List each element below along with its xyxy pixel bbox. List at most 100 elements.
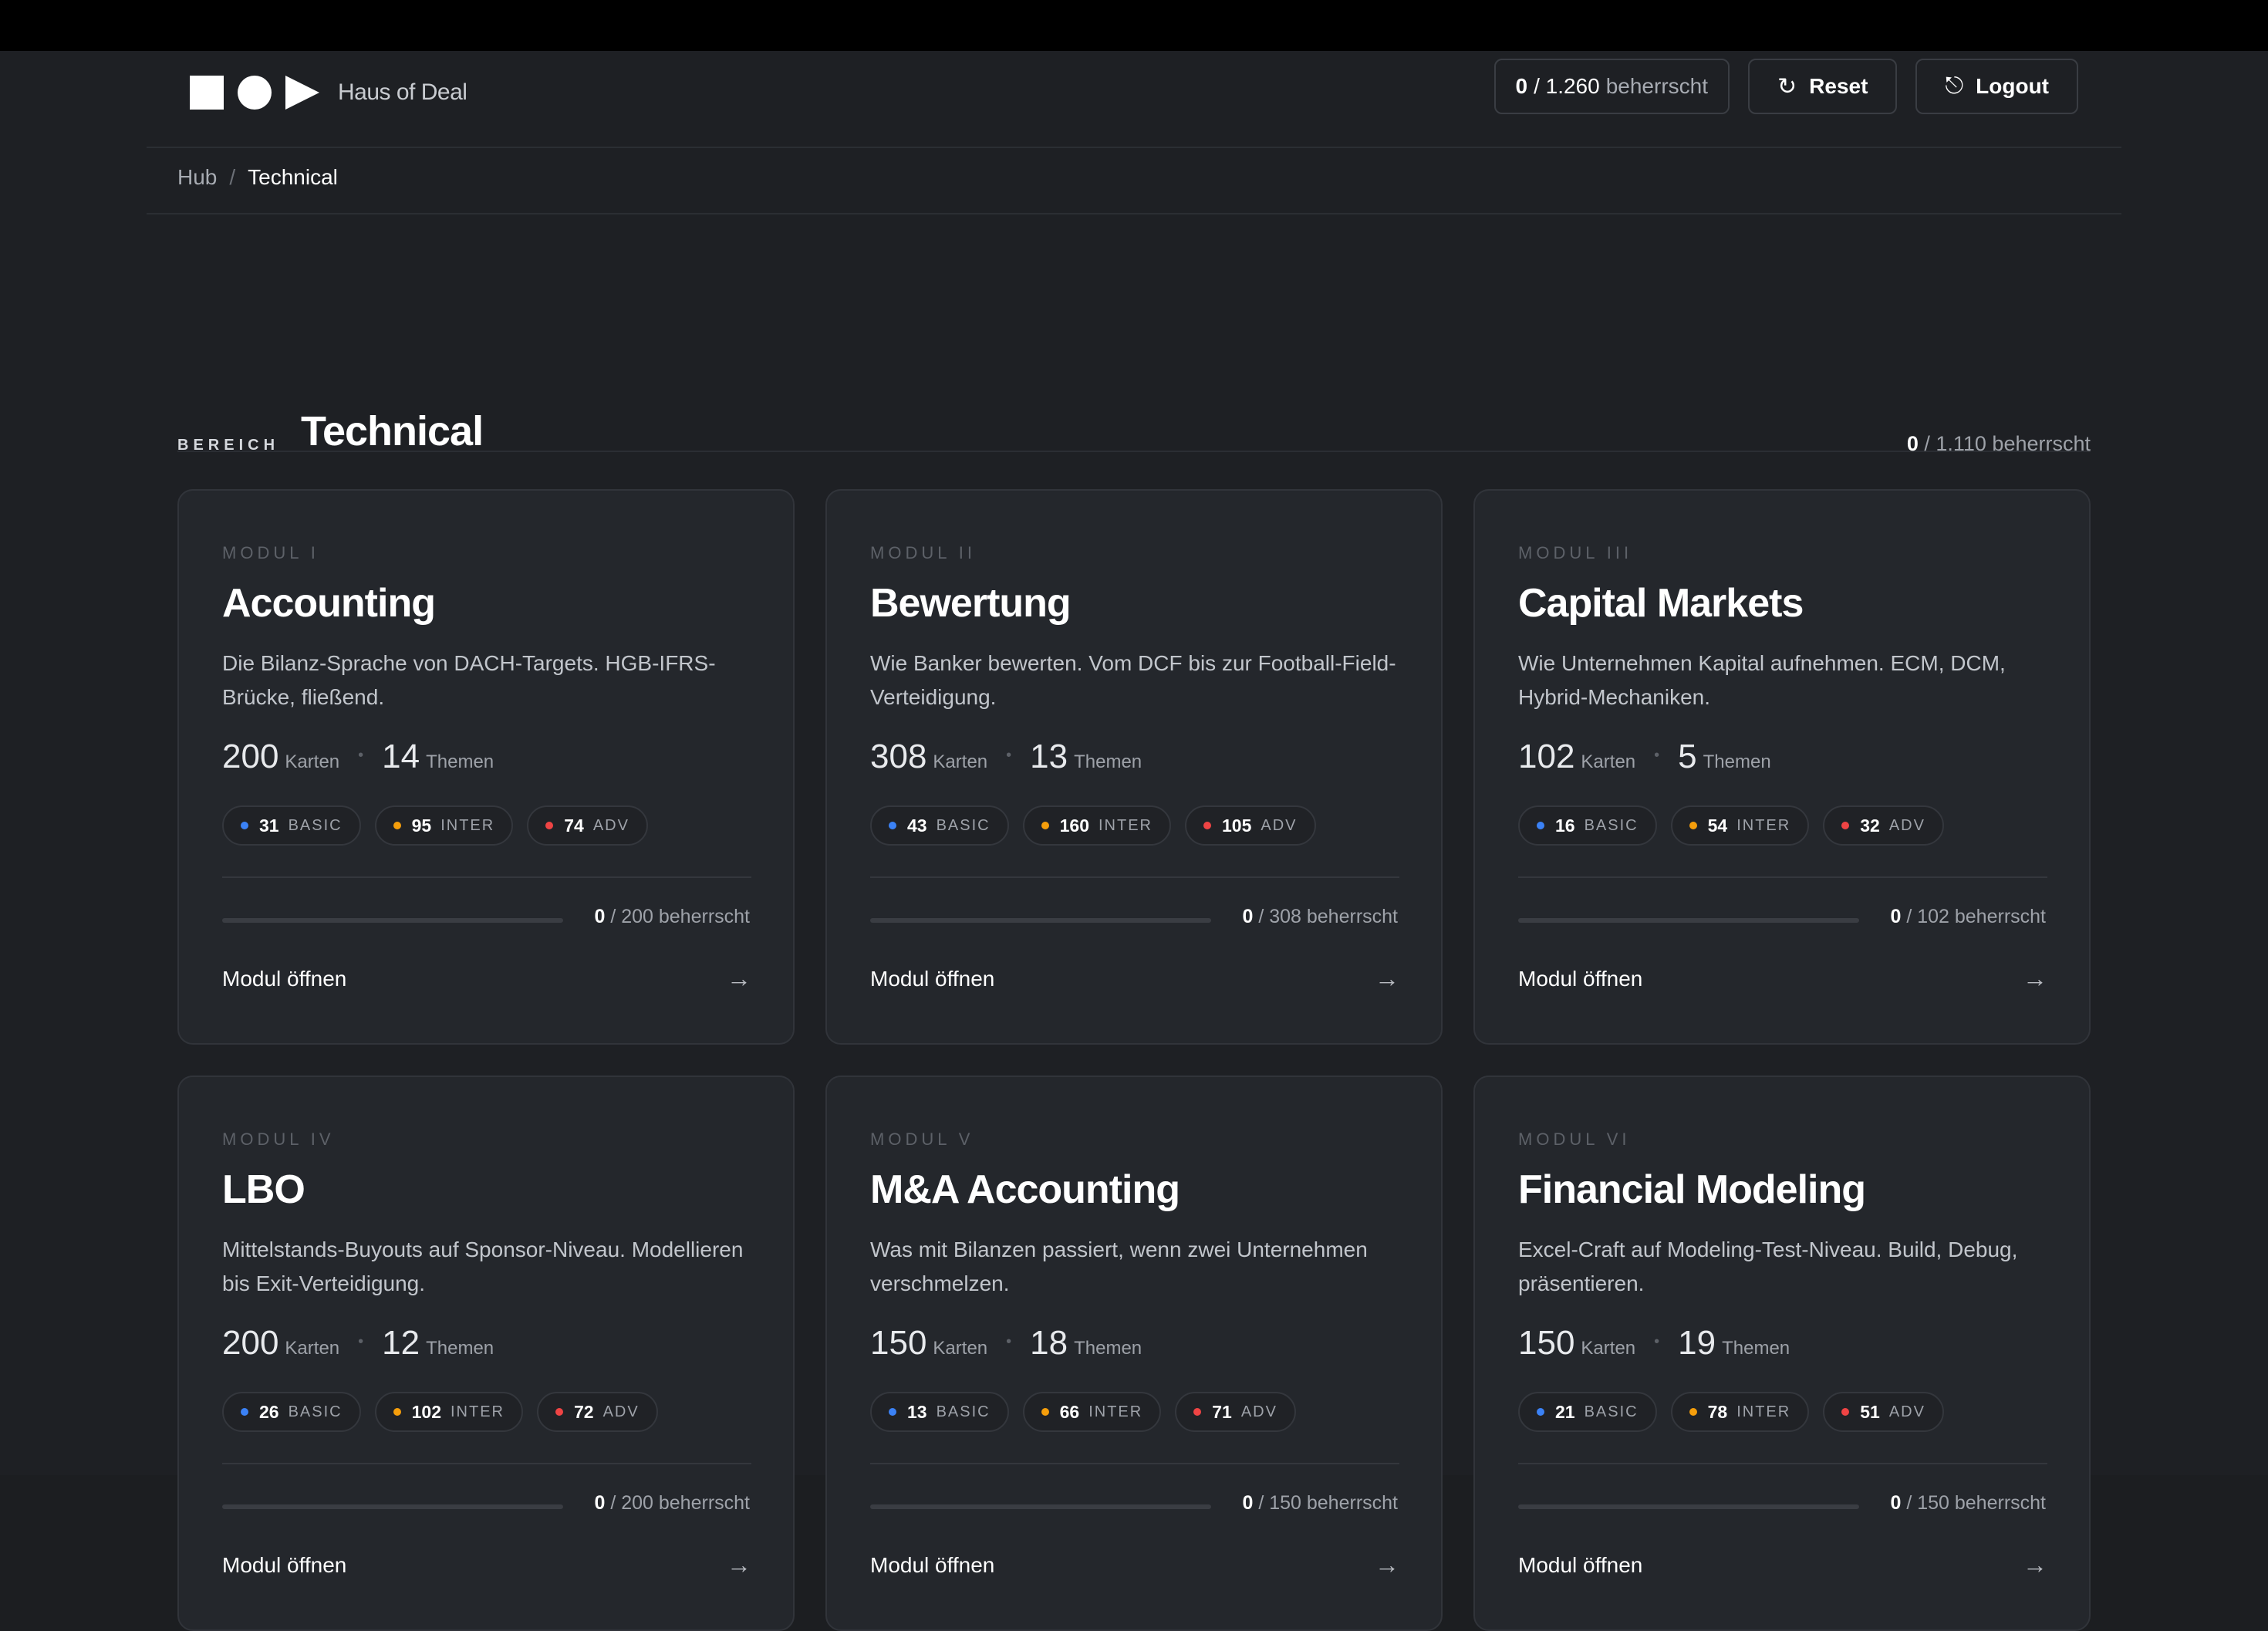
open-module-link[interactable]: Modul öffnen → (870, 1551, 1399, 1579)
difficulty-chips: 43 BASIC 160 INTER 105 ADV (870, 805, 1316, 846)
topic-count-label: Themen (426, 751, 494, 772)
module-card[interactable]: MODUL V M&A Accounting Was mit Bilanzen … (825, 1076, 1443, 1631)
adv-count: 72 (574, 1401, 594, 1422)
basic-count: 21 (1555, 1401, 1575, 1422)
module-card[interactable]: MODUL II Bewertung Wie Banker bewerten. … (825, 489, 1443, 1045)
module-card[interactable]: MODUL III Capital Markets Wie Unternehme… (1473, 489, 2091, 1045)
brand-logo[interactable]: Haus of Deal (190, 71, 467, 114)
mastery-suffix: beherrscht (1605, 74, 1709, 98)
adv-count: 105 (1222, 815, 1252, 836)
arrow-right-icon: → (2023, 964, 2047, 992)
module-description: Wie Banker bewerten. Vom DCF bis zur Foo… (870, 651, 1396, 709)
basic-label: BASIC (1584, 816, 1639, 834)
reset-button[interactable]: ↻ Reset (1748, 59, 1898, 114)
module-card[interactable]: MODUL VI Financial Modeling Excel-Craft … (1473, 1076, 2091, 1631)
open-module-link[interactable]: Modul öffnen → (870, 964, 1399, 993)
progress-bar (222, 918, 563, 923)
inter-count: 102 (411, 1401, 441, 1422)
inter-count: 54 (1707, 815, 1728, 836)
arrow-right-icon: → (727, 1551, 751, 1579)
open-module-link[interactable]: Modul öffnen → (222, 1551, 751, 1579)
adv-count: 32 (1860, 815, 1880, 836)
arrow-right-icon: → (727, 964, 751, 992)
inter-dot-icon (1041, 822, 1049, 829)
logout-button[interactable]: ⎋ Logout (1915, 59, 2078, 114)
window-top-bar (0, 0, 2268, 51)
mastered-count: 0 (594, 1492, 606, 1514)
topic-count-label: Themen (1074, 751, 1142, 772)
basic-dot-icon (241, 1408, 248, 1416)
topic-count-label: Themen (426, 1338, 494, 1359)
basic-count: 43 (907, 815, 927, 836)
progress-text: 0 / 150 beherrscht (1890, 1492, 2046, 1514)
breadcrumb: Hub / Technical (177, 165, 338, 190)
adv-dot-icon (1203, 822, 1211, 829)
open-module-label: Modul öffnen (870, 966, 995, 991)
inter-dot-icon (1689, 822, 1697, 829)
inter-label: INTER (1736, 1403, 1791, 1420)
inter-chip: 66 INTER (1022, 1392, 1162, 1432)
square-logo-mark (190, 76, 224, 110)
module-title: Accounting (222, 581, 436, 626)
topic-count: 18 (1030, 1324, 1068, 1362)
difficulty-chips: 16 BASIC 54 INTER 32 ADV (1518, 805, 1944, 846)
progress-text: 0 / 150 beherrscht (1242, 1492, 1398, 1514)
basic-chip: 43 BASIC (870, 805, 1009, 846)
arrow-right-icon: → (1375, 1551, 1399, 1579)
adv-dot-icon (545, 822, 554, 829)
basic-label: BASIC (936, 816, 991, 834)
mastery-counter: 0 / 1.260 beherrscht (1493, 59, 1730, 114)
difficulty-chips: 26 BASIC 102 INTER 72 ADV (222, 1392, 658, 1432)
basic-chip: 26 BASIC (222, 1392, 361, 1432)
card-divider (870, 1463, 1399, 1464)
difficulty-chips: 21 BASIC 78 INTER 51 ADV (1518, 1392, 1944, 1432)
breadcrumb-hub-link[interactable]: Hub (177, 165, 217, 190)
topic-count-label: Themen (1722, 1338, 1790, 1359)
card-divider (870, 876, 1399, 878)
open-module-link[interactable]: Modul öffnen → (1518, 1551, 2047, 1579)
module-title: Capital Markets (1518, 581, 1804, 626)
breadcrumb-current: Technical (248, 165, 338, 189)
module-kicker: MODUL IV (222, 1130, 335, 1149)
basic-chip: 13 BASIC (870, 1392, 1009, 1432)
inter-dot-icon (393, 1408, 401, 1416)
module-card[interactable]: MODUL I Accounting Die Bilanz-Sprache vo… (177, 489, 795, 1045)
adv-label: ADV (1240, 1403, 1277, 1420)
module-stats: 102 Karten • 5 Themen (1518, 738, 1771, 776)
basic-chip: 16 BASIC (1518, 805, 1657, 846)
reset-label: Reset (1809, 74, 1868, 98)
difficulty-chips: 31 BASIC 95 INTER 74 ADV (222, 805, 648, 846)
adv-chip: 105 ADV (1185, 805, 1316, 846)
progress-total: / 200 beherrscht (610, 906, 750, 927)
basic-count: 13 (907, 1401, 927, 1422)
module-card[interactable]: MODUL IV LBO Mittelstands-Buyouts auf Sp… (177, 1076, 795, 1631)
module-stats: 200 Karten • 12 Themen (222, 1324, 494, 1363)
module-description: Was mit Bilanzen passiert, wenn zwei Unt… (870, 1238, 1368, 1295)
module-stats: 200 Karten • 14 Themen (222, 738, 494, 776)
progress-text: 0 / 200 beherrscht (594, 1492, 750, 1514)
progress-text: 0 / 200 beherrscht (594, 906, 750, 928)
stats-separator: • (358, 747, 364, 764)
inter-count: 95 (411, 815, 432, 836)
adv-count: 71 (1212, 1401, 1232, 1422)
progress-bar (870, 918, 1211, 923)
section-kicker: BEREICH (177, 437, 280, 454)
inter-label: INTER (1088, 1403, 1143, 1420)
module-title: Bewertung (870, 581, 1072, 626)
card-count-label: Karten (285, 751, 340, 772)
module-kicker: MODUL VI (1518, 1130, 1631, 1149)
progress-total: / 102 beherrscht (1906, 906, 2046, 927)
basic-count: 31 (259, 815, 279, 836)
open-module-link[interactable]: Modul öffnen → (1518, 964, 2047, 993)
progress-bar (1518, 918, 1859, 923)
open-module-link[interactable]: Modul öffnen → (222, 964, 751, 993)
module-kicker: MODUL I (222, 543, 319, 562)
topic-count: 5 (1678, 738, 1697, 775)
progress-total: / 308 beherrscht (1258, 906, 1398, 927)
card-count-label: Karten (1581, 751, 1636, 772)
logout-icon: ⎋ (1945, 73, 1964, 99)
module-stats: 150 Karten • 19 Themen (1518, 1324, 1790, 1363)
inter-label: INTER (1099, 816, 1153, 834)
circle-logo-mark (238, 76, 272, 110)
adv-chip: 32 ADV (1823, 805, 1944, 846)
